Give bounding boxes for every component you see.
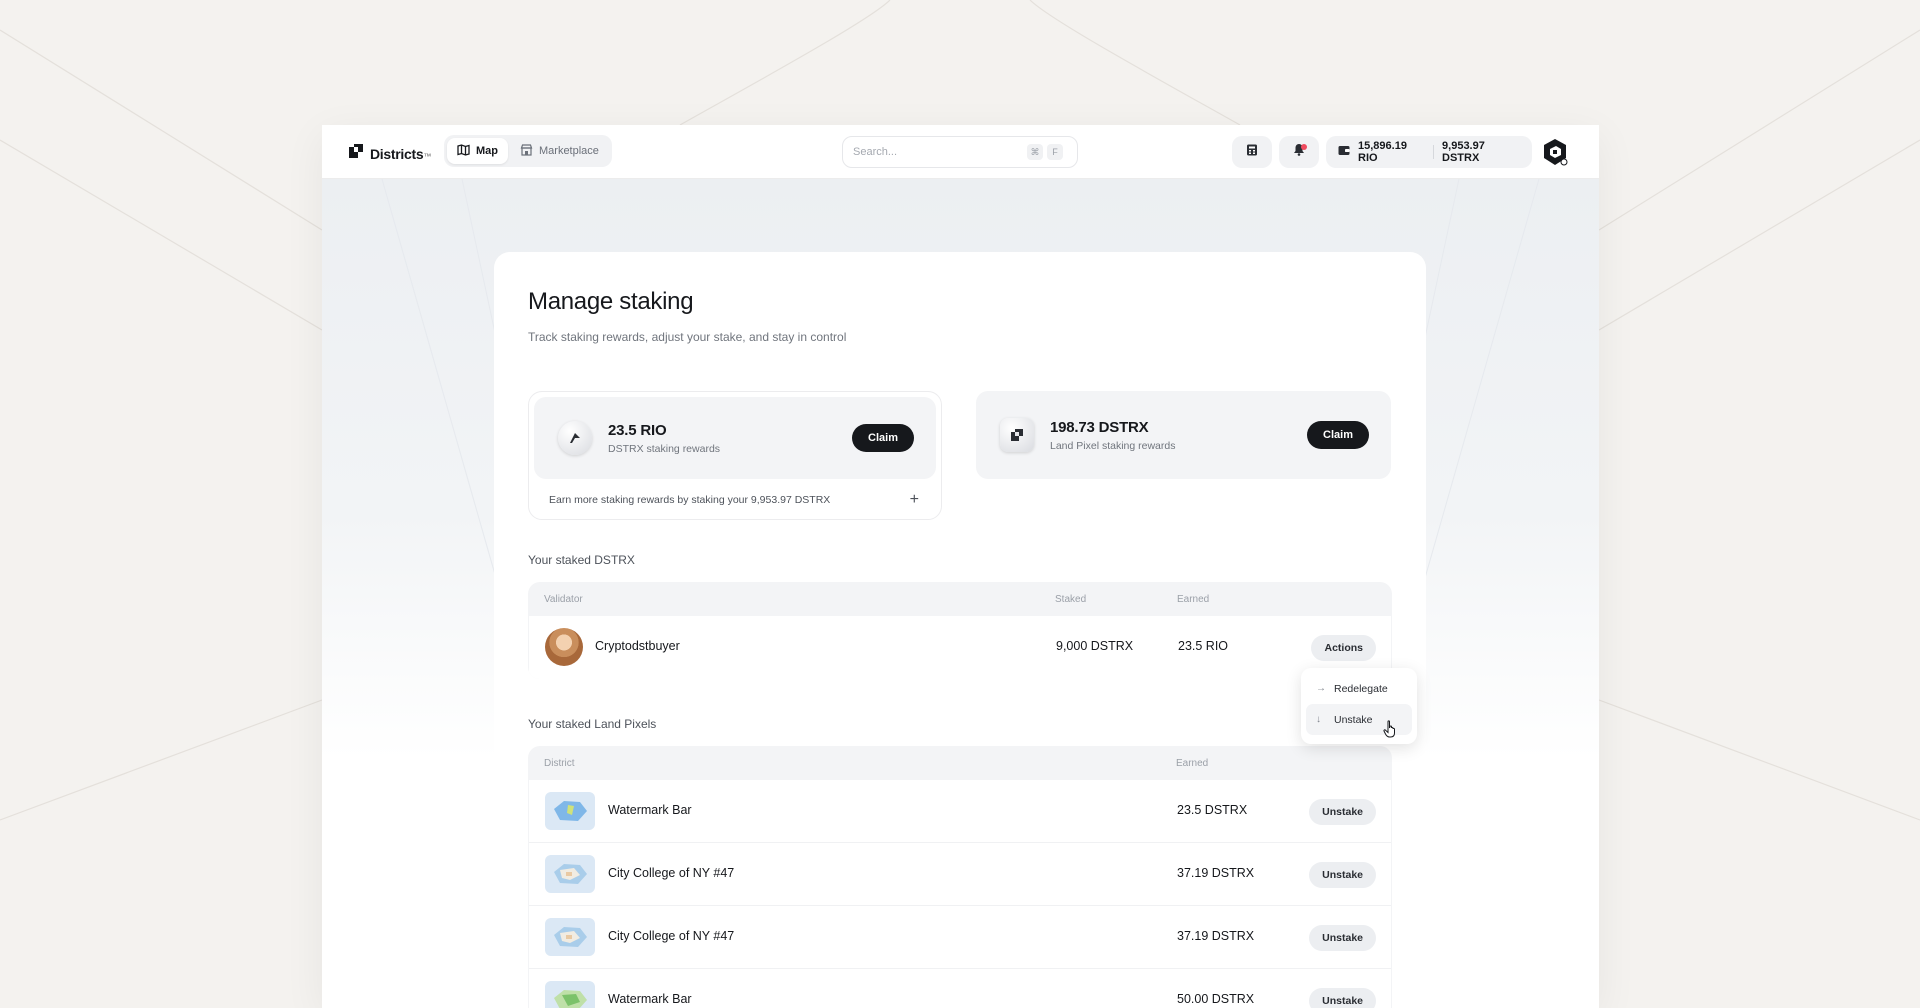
staked-pixels-title: Your staked Land Pixels	[528, 717, 657, 731]
staked-dstrx-title: Your staked DSTRX	[528, 553, 635, 567]
table-row: Watermark Bar 23.5 DSTRX Unstake	[529, 780, 1391, 843]
earned-amount: 23.5 DSTRX	[1177, 803, 1248, 817]
land-pixel-reward-label: Land Pixel staking rewards	[1050, 439, 1176, 452]
staked-amount: 9,000 DSTRX	[1056, 639, 1134, 653]
staked-pixels-header: District Earned	[528, 746, 1392, 780]
notifications-button[interactable]	[1279, 136, 1319, 168]
tab-map[interactable]: Map	[447, 138, 508, 164]
districts-logo-icon	[348, 143, 364, 164]
col-earned: Earned	[1176, 758, 1209, 769]
earned-amount: 37.19 DSTRX	[1177, 866, 1255, 880]
validator-name: Cryptodstbuyer	[595, 639, 680, 653]
search-input[interactable]	[853, 146, 1023, 158]
district-thumbnail	[545, 981, 595, 1008]
page-title: Manage staking	[528, 288, 694, 315]
plus-icon[interactable]: +	[910, 492, 919, 508]
earned-amount: 23.5 RIO	[1178, 639, 1229, 653]
search-bar[interactable]: ⌘ F	[842, 136, 1078, 168]
unstake-button[interactable]: Unstake	[1309, 799, 1376, 825]
claim-dstrx-button[interactable]: Claim	[1307, 421, 1369, 449]
col-district: District	[544, 758, 575, 769]
land-pixel-reward-amount: 198.73 DSTRX	[1050, 418, 1149, 436]
earned-amount: 37.19 DSTRX	[1177, 929, 1255, 943]
district-name: City College of NY #47	[608, 866, 735, 880]
actions-button[interactable]: Actions	[1311, 635, 1376, 661]
calculator-button[interactable]	[1232, 136, 1272, 168]
hand-cursor-icon	[1383, 720, 1395, 738]
validator-avatar	[545, 628, 583, 666]
staked-dstrx-table: Validator Staked Earned Cryptodstbuyer 9…	[528, 582, 1392, 679]
app-window: Districts™ Map Marketplace ⌘ F	[322, 125, 1599, 1008]
map-icon	[457, 143, 470, 159]
staked-pixels-table: District Earned Watermark Bar 23.5 DSTRX…	[528, 746, 1392, 1008]
district-name: City College of NY #47	[608, 929, 735, 943]
brand-name: Districts™	[370, 145, 432, 162]
tab-marketplace-label: Marketplace	[539, 145, 599, 157]
actions-dropdown: → Redelegate ↓ Unstake	[1301, 668, 1417, 744]
store-icon	[520, 143, 533, 159]
table-row: City College of NY #47 37.19 DSTRX Unsta…	[529, 906, 1391, 969]
dstrx-reward-amount: 23.5 RIO	[608, 421, 667, 439]
dstrx-reward-box: 23.5 RIO DSTRX staking rewards Claim	[534, 397, 936, 479]
district-thumbnail	[545, 918, 595, 956]
col-validator: Validator	[544, 594, 583, 605]
earn-more-text: Earn more staking rewards by staking you…	[549, 494, 831, 506]
notification-dot	[1301, 144, 1307, 150]
shortcut-key-f: F	[1047, 144, 1063, 160]
district-name: Watermark Bar	[608, 992, 692, 1006]
profile-avatar[interactable]	[1540, 137, 1570, 167]
unstake-button[interactable]: Unstake	[1309, 988, 1376, 1008]
table-row: City College of NY #47 37.19 DSTRX Unsta…	[529, 843, 1391, 906]
district-thumbnail	[545, 792, 595, 830]
profile-logo-icon	[1544, 139, 1568, 166]
table-row: Watermark Bar 50.00 DSTRX Unstake	[529, 969, 1391, 1008]
claim-rio-button[interactable]: Claim	[852, 424, 914, 452]
staking-card: Manage staking Track staking rewards, ad…	[494, 252, 1426, 1008]
wallet-icon	[1338, 145, 1350, 159]
staked-dstrx-header: Validator Staked Earned	[528, 582, 1392, 616]
land-pixel-reward-box: 198.73 DSTRX Land Pixel staking rewards …	[976, 391, 1391, 479]
earn-more-row[interactable]: Earn more staking rewards by staking you…	[549, 492, 919, 508]
wallet-balance[interactable]: 15,896.19 RIO 9,953.97 DSTRX	[1326, 136, 1532, 168]
menu-item-redelegate[interactable]: → Redelegate	[1306, 673, 1412, 704]
menu-item-label: Redelegate	[1334, 682, 1388, 695]
district-thumbnail	[545, 855, 595, 893]
district-name: Watermark Bar	[608, 803, 692, 817]
rio-balance: 15,896.19 RIO	[1358, 140, 1407, 164]
table-row: Cryptodstbuyer 9,000 DSTRX 23.5 RIO Acti…	[529, 616, 1391, 679]
wallet-divider	[1433, 145, 1435, 159]
dstrx-balance: 9,953.97 DSTRX	[1442, 140, 1485, 164]
col-staked: Staked	[1055, 594, 1087, 605]
arrow-down-icon: ↓	[1316, 714, 1321, 725]
main-nav: Map Marketplace	[444, 135, 612, 167]
earned-amount: 50.00 DSTRX	[1177, 992, 1255, 1006]
dstrx-reward-label: DSTRX staking rewards	[608, 442, 721, 455]
tab-map-label: Map	[476, 145, 498, 157]
dstrx-rewards-panel: 23.5 RIO DSTRX staking rewards Claim Ear…	[528, 391, 942, 520]
page-subtitle: Track staking rewards, adjust your stake…	[528, 330, 847, 344]
menu-item-label: Unstake	[1334, 713, 1373, 726]
rio-token-icon	[558, 421, 592, 455]
shortcut-key-cmd: ⌘	[1027, 144, 1043, 160]
unstake-button[interactable]: Unstake	[1309, 925, 1376, 951]
brand-logo[interactable]: Districts™	[348, 143, 431, 164]
calculator-icon	[1246, 143, 1258, 161]
top-bar: Districts™ Map Marketplace ⌘ F	[322, 125, 1599, 179]
dstrx-token-icon	[1000, 418, 1034, 452]
col-earned: Earned	[1177, 594, 1210, 605]
unstake-button[interactable]: Unstake	[1309, 862, 1376, 888]
tab-marketplace[interactable]: Marketplace	[510, 138, 609, 164]
arrow-right-icon: →	[1316, 683, 1326, 694]
